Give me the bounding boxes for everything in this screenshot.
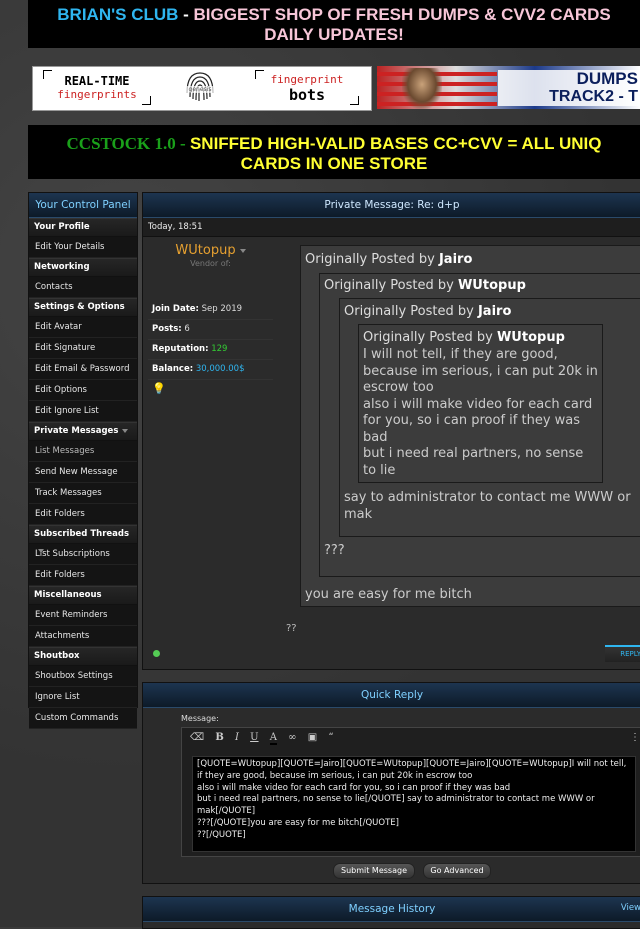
- join-date: Join Date: Sep 2019: [148, 300, 273, 320]
- fingerprint-bots-box: fingerprint bots: [255, 70, 359, 105]
- lightbulb-icon: 💡: [152, 382, 166, 395]
- message-textarea[interactable]: [QUOTE=WUtopup][QUOTE=Jairo][QUOTE=WUtop…: [192, 756, 636, 852]
- sidebar-item-edit-signature[interactable]: Edit Signature: [29, 338, 137, 359]
- submit-message-button[interactable]: Submit Message: [333, 863, 415, 879]
- eraser-icon[interactable]: ⌫: [190, 732, 204, 743]
- sidebar-section-settings[interactable]: Settings & Options: [29, 298, 137, 317]
- sidebar-section-misc[interactable]: Miscellaneous: [29, 586, 137, 605]
- quick-reply-panel: Quick Reply Message: ⌫ B I U A ∞ ▣ “ ⋮ […: [142, 682, 640, 884]
- message-editor: ⌫ B I U A ∞ ▣ “ ⋮ [QUOTE=WUtopup][QUOTE=…: [181, 727, 640, 857]
- quote-level-2: Originally Posted by WUtopup Originally …: [319, 273, 640, 577]
- more-options-icon[interactable]: ⋮: [630, 728, 640, 748]
- sidebar-item-list-subscriptions[interactable]: List Subscriptions: [29, 544, 137, 565]
- sidebar-item-edit-options[interactable]: Edit Options: [29, 380, 137, 401]
- fingerprint-ad[interactable]: REAL-TIME fingerprints genesis fingerpri…: [32, 66, 372, 111]
- balance: Balance: 30,000.00$: [148, 360, 273, 380]
- quote-icon[interactable]: “: [328, 732, 333, 743]
- sidebar-item-list-messages[interactable]: List Messages: [29, 441, 137, 462]
- sidebar-item-track-messages[interactable]: Track Messages: [29, 483, 137, 504]
- go-advanced-button[interactable]: Go Advanced: [423, 863, 491, 879]
- quote-4-text: I will not tell, if they are good, becau…: [363, 347, 598, 478]
- online-status-icon: [153, 650, 160, 657]
- italic-icon[interactable]: I: [235, 732, 239, 743]
- view-link[interactable]: View: [621, 903, 640, 913]
- control-panel-sidebar: Your Control Panel Your Profile Edit You…: [28, 192, 138, 729]
- quote-level-3: Originally Posted by Jairo Originally Po…: [339, 298, 640, 537]
- sidebar-item-ignore-list[interactable]: Ignore List: [29, 687, 137, 708]
- realtime-fingerprints-box: REAL-TIME fingerprints: [43, 70, 151, 105]
- sidebar-item-attachments[interactable]: Attachments: [29, 626, 137, 647]
- quote-1-text: you are easy for me bitch: [305, 587, 472, 602]
- sidebar-item-edit-sub-folders[interactable]: Edit Folders: [29, 565, 137, 586]
- sidebar-item-send-message[interactable]: Send New Message: [29, 462, 137, 483]
- sidebar-title: Your Control Panel: [29, 193, 137, 218]
- reputation: Reputation: 129: [148, 340, 273, 360]
- font-color-icon[interactable]: A: [269, 732, 277, 745]
- ccstock-line2: CARDS IN ONE STORE: [240, 154, 428, 173]
- dumps-ad-text: DUMPS TRACK2 - T: [498, 70, 640, 106]
- private-message-panel: Private Message: Re: d+p Today, 18:51 WU…: [142, 192, 640, 670]
- link-icon[interactable]: ∞: [288, 732, 296, 743]
- sidebar-section-private-messages[interactable]: Private Messages: [29, 422, 137, 441]
- sidebar-item-contacts[interactable]: Contacts: [29, 277, 137, 298]
- underline-icon[interactable]: U: [250, 732, 258, 743]
- banner-slogan: BIGGEST SHOP OF FRESH DUMPS & CVV2 CARDS: [193, 5, 611, 24]
- sidebar-item-shoutbox-settings[interactable]: Shoutbox Settings: [29, 666, 137, 687]
- quote-3-text: say to administrator to contact me WWW o…: [344, 490, 631, 522]
- post-count: Posts: 6: [148, 320, 273, 340]
- genesis-logo: genesis: [176, 69, 224, 108]
- sidebar-item-edit-details[interactable]: Edit Your Details: [29, 237, 137, 258]
- banner-brand: BRIAN'S CLUB: [57, 5, 179, 24]
- user-info: WUtopup Vendor of: Join Date: Sep 2019 P…: [148, 243, 273, 398]
- image-icon[interactable]: ▣: [308, 732, 317, 743]
- chevron-down-icon: [239, 248, 246, 253]
- ccstock-line1: CCSTOCK 1.0 - SNIFFED HIGH-VALID BASES C…: [66, 134, 602, 153]
- sidebar-item-edit-folders[interactable]: Edit Folders: [29, 504, 137, 525]
- username[interactable]: WUtopup: [148, 243, 273, 258]
- sidebar-item-event-reminders[interactable]: Event Reminders: [29, 605, 137, 626]
- reply-button[interactable]: REPLY: [605, 645, 640, 662]
- sidebar-item-custom-commands[interactable]: Custom Commands: [29, 708, 137, 729]
- quote-2-text: ???: [324, 543, 345, 558]
- user-title: Vendor of:: [190, 259, 231, 268]
- quick-reply-title: Quick Reply: [143, 683, 640, 708]
- panel-title: Private Message: Re: d+p: [143, 193, 640, 218]
- sidebar-section-subscribed[interactable]: Subscribed Threads: [29, 525, 137, 553]
- post-text: ??: [286, 623, 297, 634]
- quote-level-1: Originally Posted by Jairo Originally Po…: [300, 245, 640, 607]
- top-banner[interactable]: BRIAN'S CLUB - BIGGEST SHOP OF FRESH DUM…: [28, 0, 640, 48]
- top-banner-line1: BRIAN'S CLUB - BIGGEST SHOP OF FRESH DUM…: [28, 0, 640, 25]
- top-banner-line2: DAILY UPDATES!: [264, 25, 404, 44]
- post-timestamp: Today, 18:51: [143, 218, 640, 237]
- ad-figure: [402, 68, 442, 109]
- chevron-down-icon: [38, 548, 44, 553]
- editor-toolbar: ⌫ B I U A ∞ ▣ “ ⋮: [182, 728, 640, 748]
- message-label: Message:: [181, 714, 219, 723]
- message-history-title: Message History: [143, 897, 640, 922]
- dumps-ad[interactable]: DUMPS TRACK2 - T: [377, 66, 640, 109]
- chevron-down-icon: [122, 428, 129, 433]
- ccstock-banner[interactable]: CCSTOCK 1.0 - SNIFFED HIGH-VALID BASES C…: [28, 125, 640, 179]
- sidebar-item-edit-email[interactable]: Edit Email & Password: [29, 359, 137, 380]
- sidebar-section-networking[interactable]: Networking: [29, 258, 137, 277]
- bold-icon[interactable]: B: [215, 732, 223, 743]
- sidebar-item-edit-avatar[interactable]: Edit Avatar: [29, 317, 137, 338]
- banner-sep: -: [178, 5, 194, 24]
- sidebar-item-edit-ignore[interactable]: Edit Ignore List: [29, 401, 137, 422]
- sidebar-section-shoutbox[interactable]: Shoutbox: [29, 647, 137, 666]
- message-history-panel: Message History View: [142, 896, 640, 929]
- quote-level-4: Originally Posted by WUtopup I will not …: [358, 324, 603, 483]
- sidebar-section-profile[interactable]: Your Profile: [29, 218, 137, 237]
